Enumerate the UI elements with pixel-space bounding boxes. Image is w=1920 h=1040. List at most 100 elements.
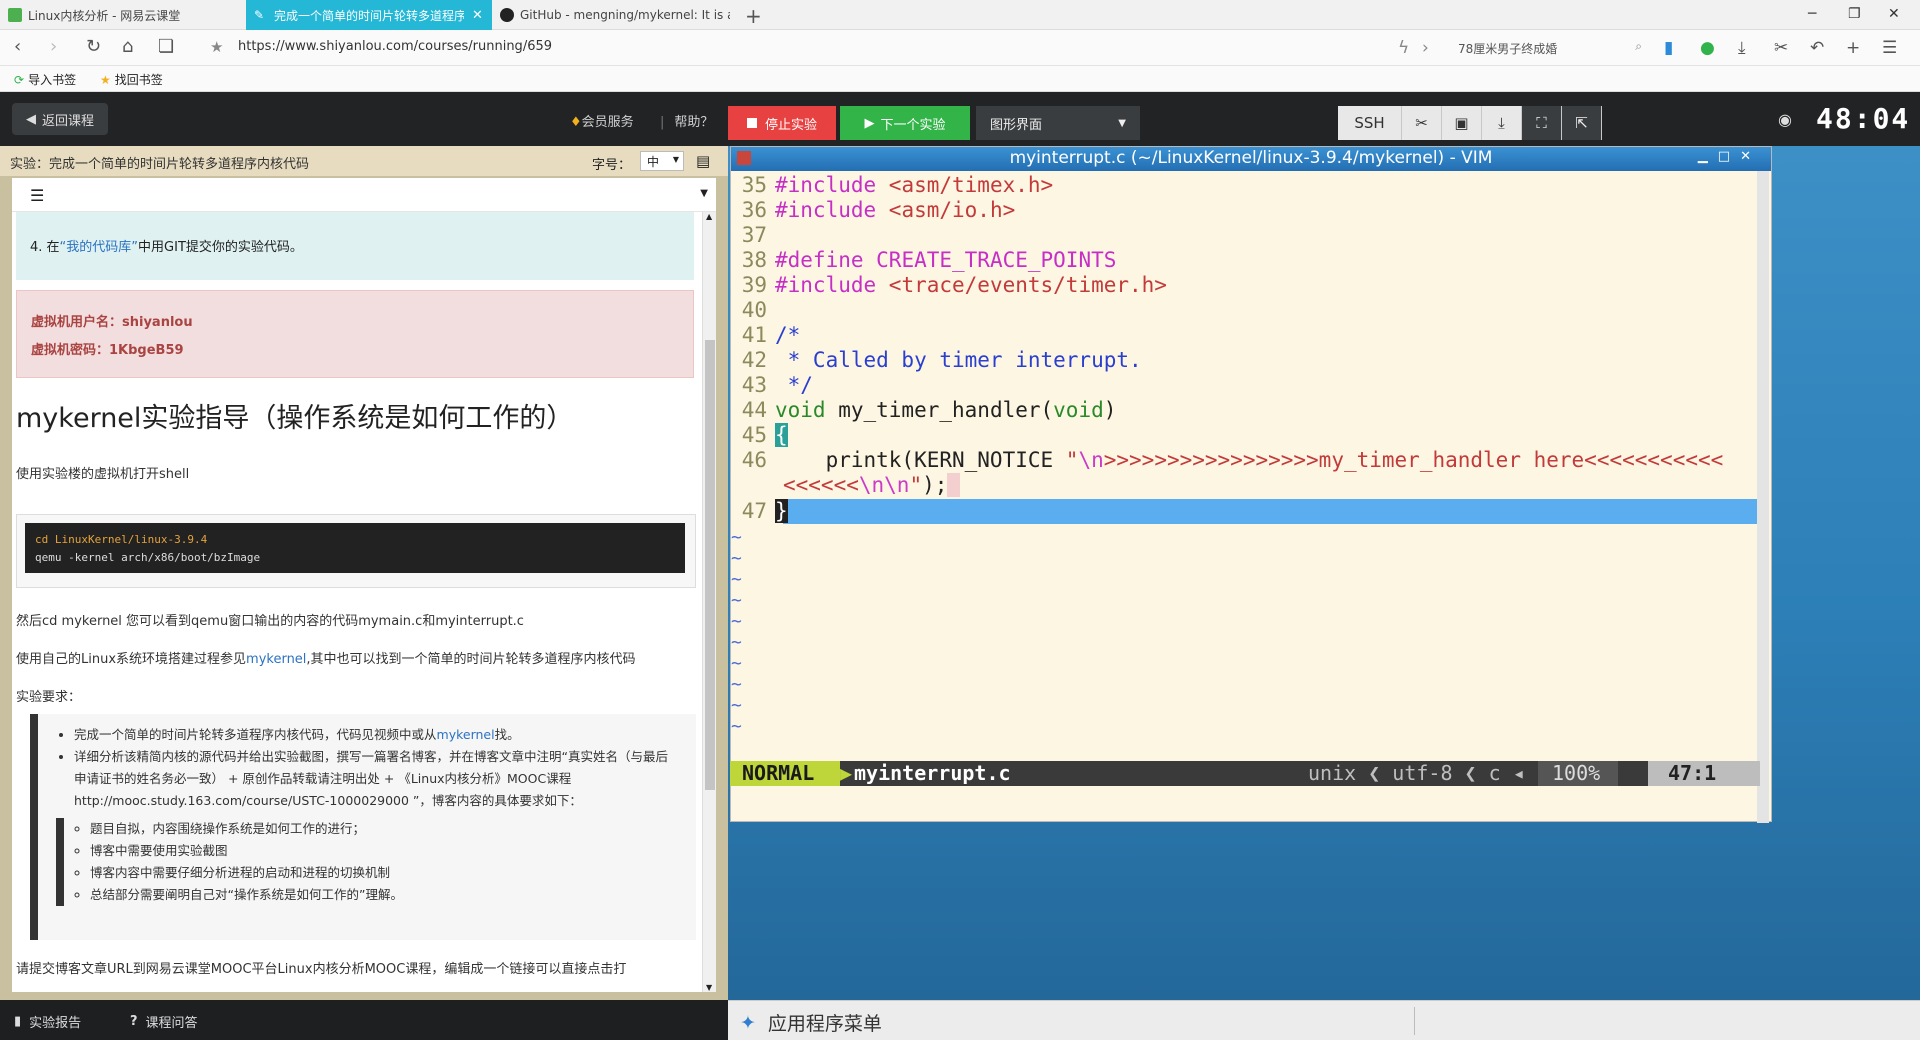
matched-brace: { (775, 423, 788, 447)
vim-editor[interactable]: 35 #include <asm/timex.h> 36 #include <asm… (731, 171, 1771, 783)
document-icon[interactable]: ▤ (696, 152, 710, 170)
next-icon: ▶ (864, 115, 875, 131)
back-to-course-button[interactable]: ◀ 返回课程 (12, 103, 109, 135)
lab-timer: 48:04 (1816, 102, 1911, 135)
code-line: 38 #define CREATE_TRACE_POINTS (741, 248, 1117, 272)
table-of-contents-bar[interactable]: ☰ ▼ (12, 178, 716, 212)
vim-scrollbar[interactable] (1757, 171, 1769, 823)
course-panel: 实验：完成一个简单的时间片轮转多道程序内核代码 字号： 中 ▼ ▤ ☰ ▼ 4.… (0, 146, 728, 1000)
application-menu-button[interactable]: ✦ 应用程序菜单 (740, 1009, 882, 1036)
code-line: 42 * Called by timer interrupt. (741, 348, 1142, 372)
tab-github[interactable]: GitHub - mengning/mykernel: It is a (492, 0, 738, 30)
undo-icon[interactable]: ↶ (1810, 38, 1824, 58)
search-input[interactable]: 78厘米男子终成婚 ⌕ (1448, 36, 1648, 60)
popout-icon[interactable]: ⇱ (1562, 106, 1602, 140)
favorite-star-icon[interactable]: ★ (210, 38, 223, 56)
browser-tab-bar: Linux内核分析 - 网易云课堂 ✎ 完成一个简单的时间片轮转多道程序 ✕ G… (0, 0, 1920, 30)
list-item: 详细分析该精简内核的源代码并给出实验截图，撰写一篇署名博客，并在博客文章中注明“… (74, 746, 678, 812)
list-item: 博客中需要使用实验截图 (90, 840, 678, 862)
lab-report-button[interactable]: ▮ 实验报告 (14, 1012, 81, 1031)
code-line: 35 #include <asm/timex.h> (741, 173, 1054, 197)
import-icon: ⟳ (14, 72, 25, 87)
tab-current-lab[interactable]: ✎ 完成一个简单的时间片轮转多道程序 ✕ (246, 0, 492, 30)
close-window-icon[interactable]: ✕ (1888, 6, 1900, 22)
scissors-icon[interactable]: ✂ (1402, 106, 1442, 140)
scroll-down-icon[interactable]: ▼ (706, 983, 712, 992)
next-lab-button[interactable]: ▶ 下一个实验 (840, 106, 970, 140)
vim-percent: 100% (1538, 761, 1618, 786)
course-footer: ▮ 实验报告 ? 课程问答 (0, 1000, 728, 1040)
close-icon[interactable]: ✕ (1740, 149, 1761, 164)
fullscreen-icon[interactable]: ⛶ (1522, 106, 1562, 140)
restore-icon[interactable]: ❐ (1848, 6, 1861, 22)
search-icon[interactable]: ⌕ (1635, 39, 1642, 54)
scroll-up-icon[interactable]: ▲ (706, 212, 712, 221)
flash-icon[interactable]: ϟ (1398, 38, 1409, 58)
font-size-select[interactable]: 中 ▼ (640, 151, 684, 171)
vim-filename: myinterrupt.c (854, 761, 1011, 785)
download-icon[interactable]: ⤓ (1738, 38, 1746, 58)
interface-mode-select[interactable]: 图形界面 ▼ (976, 106, 1140, 140)
code-line: 45{ (741, 423, 788, 447)
forward-icon[interactable]: › (50, 36, 57, 57)
paragraph: 使用实验楼的虚拟机打开shell (16, 467, 190, 482)
paragraph: 请提交博客文章URL到网易云课堂MOOC平台Linux内核分析MOOC课程，编辑… (16, 962, 627, 977)
code-line: 37 (741, 223, 767, 247)
vim-cursor-position: 47:1 (1648, 761, 1760, 786)
app-menu-icon: ✦ (740, 1011, 756, 1034)
chevron-right-icon[interactable]: › (1422, 38, 1429, 58)
list-item: 题目自拟，内容围绕操作系统是如何工作的进行； (90, 818, 678, 840)
add-icon[interactable]: + (1846, 38, 1860, 58)
tablet-icon[interactable]: ▮ (1664, 38, 1673, 58)
code-line: 40 (741, 298, 767, 322)
wechat-icon[interactable]: ● (1700, 38, 1715, 58)
address-toolbar: ‹ › ↻ ⌂ ❏ ★ https://www.shiyanlou.com/co… (0, 30, 1920, 66)
shiyanlou-favicon-icon: ✎ (254, 8, 265, 22)
maximize-icon[interactable]: □ (1718, 149, 1740, 164)
home-icon[interactable]: ⌂ (122, 36, 133, 57)
vm-password: 虚拟机密码：1KbgeB59 (31, 343, 184, 358)
vim-window[interactable]: myinterrupt.c (~/LinuxKernel/linux-3.9.4… (730, 146, 1772, 823)
back-icon[interactable]: ‹ (14, 36, 21, 57)
scissors-icon[interactable]: ✂ (1774, 38, 1788, 58)
url-field[interactable]: https://www.shiyanlou.com/courses/runnin… (238, 39, 552, 54)
help-link[interactable]: | 帮助？ (660, 111, 713, 130)
content-scrollbar[interactable]: ▲ ▼ (702, 212, 716, 992)
star-icon: ★ (100, 72, 111, 87)
paragraph: 实验要求： (16, 690, 82, 705)
screenshot-icon[interactable]: ▣ (1442, 106, 1482, 140)
code-block: cd LinuxKernel/linux-3.9.4 qemu -kernel … (16, 514, 696, 588)
vm-taskbar: ✦ 应用程序菜单 (728, 1000, 1920, 1040)
vim-app-icon (737, 151, 751, 165)
remote-toolbar: SSH ✂ ▣ ⤓ ⛶ ⇱ (1338, 106, 1602, 140)
font-size-label: 字号： (592, 158, 632, 173)
new-tab-icon[interactable]: + (745, 4, 762, 28)
ssh-button[interactable]: SSH (1338, 106, 1402, 140)
stop-lab-button[interactable]: 停止实验 (728, 106, 836, 140)
reader-icon[interactable]: ❏ (158, 36, 174, 57)
course-qa-button[interactable]: ? 课程问答 (130, 1012, 198, 1031)
scroll-thumb[interactable] (705, 340, 715, 790)
stop-square-icon (746, 118, 757, 128)
code-line: 46 printk(KERN_NOTICE "\n>>>>>>>>>>>>>>>… (741, 448, 1724, 472)
code-line: 43 */ (741, 373, 813, 397)
download-icon[interactable]: ⤓ (1482, 106, 1522, 140)
eye-icon[interactable]: ◉ (1778, 110, 1792, 129)
list-icon[interactable]: ☰ (30, 186, 44, 205)
minimize-icon[interactable]: ▁ (1698, 149, 1718, 164)
tab-linux-kernel-course[interactable]: Linux内核分析 - 网易云课堂 (0, 0, 246, 30)
chevron-down-icon[interactable]: ▼ (700, 188, 708, 199)
minimize-icon[interactable]: ─ (1808, 6, 1816, 22)
vip-service-link[interactable]: ♦会员服务 (570, 111, 634, 130)
bookmark-recover[interactable]: ★ 找回书签 (100, 71, 163, 88)
close-tab-icon[interactable]: ✕ (472, 8, 483, 23)
bookmark-import[interactable]: ⟳ 导入书签 (14, 71, 76, 88)
cursor-line: 47} (731, 499, 1757, 524)
vim-titlebar[interactable]: myinterrupt.c (~/LinuxKernel/linux-3.9.4… (731, 147, 1771, 171)
list-item: 博客内容中需要仔细分析进程的启动和进程的切换机制 (90, 862, 678, 884)
reload-icon[interactable]: ↻ (86, 36, 101, 57)
menu-icon[interactable]: ☰ (1882, 38, 1897, 58)
mykernel-link[interactable]: mykernel (437, 727, 495, 742)
mykernel-link[interactable]: mykernel (246, 652, 306, 667)
my-repo-link[interactable]: “我的代码库” (60, 240, 138, 255)
